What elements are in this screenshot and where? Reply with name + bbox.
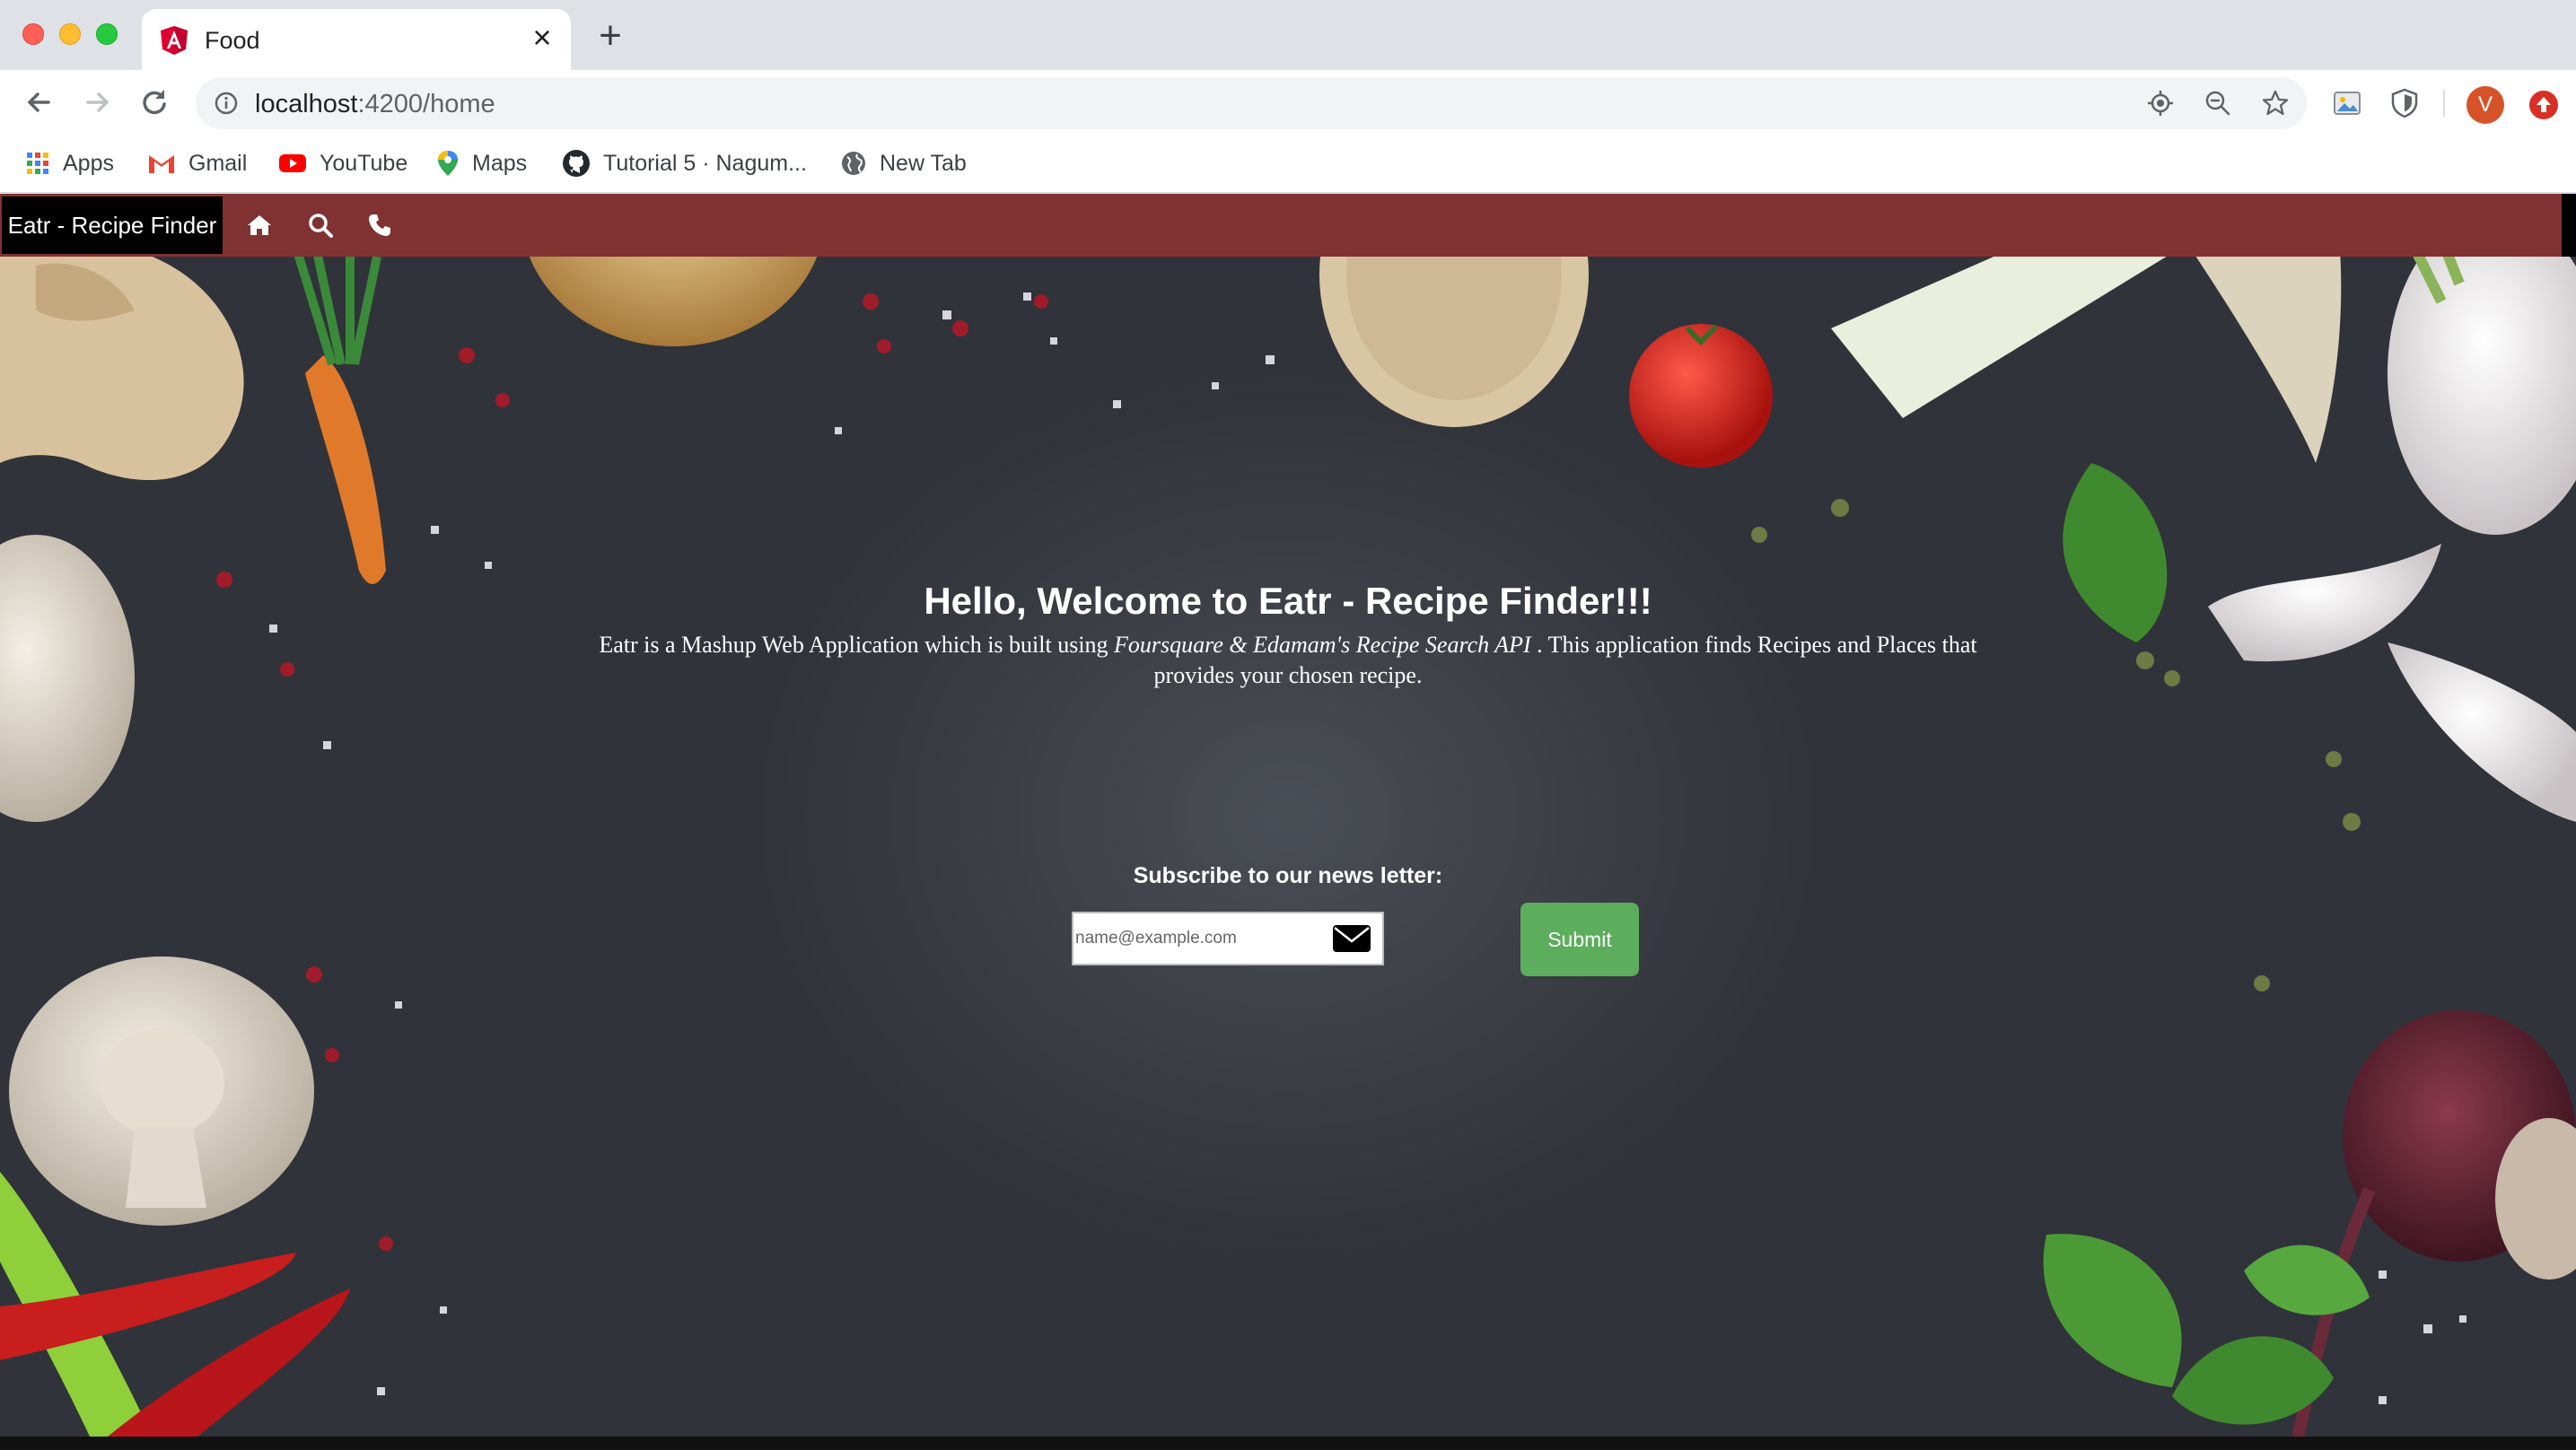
- site-brand[interactable]: Eatr - Recipe Finder: [2, 197, 223, 254]
- close-window-button[interactable]: [22, 23, 44, 45]
- browser-toolbar: localhost:4200/home V: [0, 70, 2576, 135]
- envelope-icon: [1333, 925, 1371, 952]
- bookmark-tutorial[interactable]: Tutorial 5 · Nagum...: [562, 145, 807, 181]
- maximize-window-button[interactable]: [96, 23, 118, 45]
- welcome-app-name: Eatr - Recipe Finder!!!: [1257, 580, 1652, 622]
- bookmark-label: YouTube: [320, 150, 408, 176]
- back-arrow-icon[interactable]: [20, 83, 59, 122]
- browser-chrome: Food × + localhost:4200/home V Apps Gmai…: [0, 0, 2576, 194]
- forward-arrow-icon[interactable]: [77, 83, 117, 122]
- vegetables-background-image: [0, 194, 2576, 1437]
- bookmark-label: Maps: [472, 150, 528, 176]
- youtube-icon: [279, 154, 306, 172]
- update-available-icon[interactable]: [2526, 87, 2562, 123]
- window-bottom-edge: [0, 1437, 2576, 1450]
- minimize-window-button[interactable]: [59, 23, 81, 45]
- reload-icon[interactable]: [135, 83, 174, 122]
- bookmark-star-icon[interactable]: [2260, 88, 2291, 118]
- bookmark-new-tab[interactable]: New Tab: [840, 145, 967, 181]
- site-info-icon[interactable]: [214, 91, 239, 116]
- apps-grid-icon: [27, 153, 48, 174]
- welcome-prefix: Hello, Welcome to: [924, 580, 1258, 622]
- bookmark-label: Tutorial 5 · Nagum...: [603, 150, 807, 176]
- shield-extension-icon[interactable]: [2388, 86, 2422, 120]
- submit-button[interactable]: Submit: [1520, 903, 1639, 976]
- maps-icon: [438, 151, 458, 176]
- tab-strip: Food × +: [0, 0, 2576, 70]
- bookmark-label: Apps: [63, 150, 114, 176]
- url-host: localhost: [255, 90, 358, 118]
- new-tab-button[interactable]: +: [592, 16, 628, 56]
- email-input[interactable]: [1075, 913, 1318, 964]
- bookmark-apps[interactable]: Apps: [25, 145, 114, 181]
- browser-tab[interactable]: Food ×: [142, 9, 571, 70]
- search-icon[interactable]: [307, 212, 334, 239]
- tab-title: Food: [205, 27, 260, 54]
- description-text: Eatr is a Mashup Web Application which i…: [599, 632, 1115, 658]
- site-navbar: Eatr - Recipe Finder: [0, 194, 2562, 257]
- gmail-icon: [149, 155, 174, 173]
- url-text[interactable]: localhost:4200/home: [255, 90, 495, 119]
- profile-avatar[interactable]: V: [2466, 86, 2504, 124]
- bookmark-label: Gmail: [188, 150, 248, 176]
- github-icon: [563, 150, 590, 177]
- location-target-icon[interactable]: [2145, 88, 2176, 118]
- bookmarks-bar: Apps Gmail YouTube Maps Tutorial 5 · Nag…: [0, 135, 2576, 194]
- image-extension-icon[interactable]: [2330, 86, 2364, 120]
- bookmark-youtube[interactable]: YouTube: [278, 145, 407, 181]
- phone-icon[interactable]: [366, 212, 393, 239]
- navbar-edge: [2562, 194, 2576, 257]
- newsletter-email-field[interactable]: [1072, 912, 1384, 965]
- home-icon[interactable]: [246, 212, 273, 239]
- page-content: Eatr - Recipe Finder Hello, Welcome to E…: [0, 194, 2576, 1437]
- bookmark-gmail[interactable]: Gmail: [147, 145, 247, 181]
- globe-icon: [842, 152, 865, 175]
- zoom-icon[interactable]: [2203, 88, 2233, 118]
- newsletter-label: Subscribe to our news letter:: [1133, 863, 1443, 888]
- app-description: Eatr is a Mashup Web Application which i…: [592, 630, 1984, 691]
- bookmark-label: New Tab: [880, 150, 967, 176]
- angular-icon: [161, 26, 188, 55]
- bookmark-maps[interactable]: Maps: [436, 145, 527, 181]
- description-apis: Foursquare & Edamam's Recipe Search API: [1114, 632, 1531, 658]
- toolbar-divider: [2443, 90, 2445, 117]
- tab-close-icon[interactable]: ×: [526, 22, 558, 54]
- url-path: :4200/home: [357, 90, 495, 118]
- address-bar[interactable]: localhost:4200/home: [196, 77, 2307, 129]
- welcome-heading: Hello, Welcome to Eatr - Recipe Finder!!…: [0, 580, 2576, 623]
